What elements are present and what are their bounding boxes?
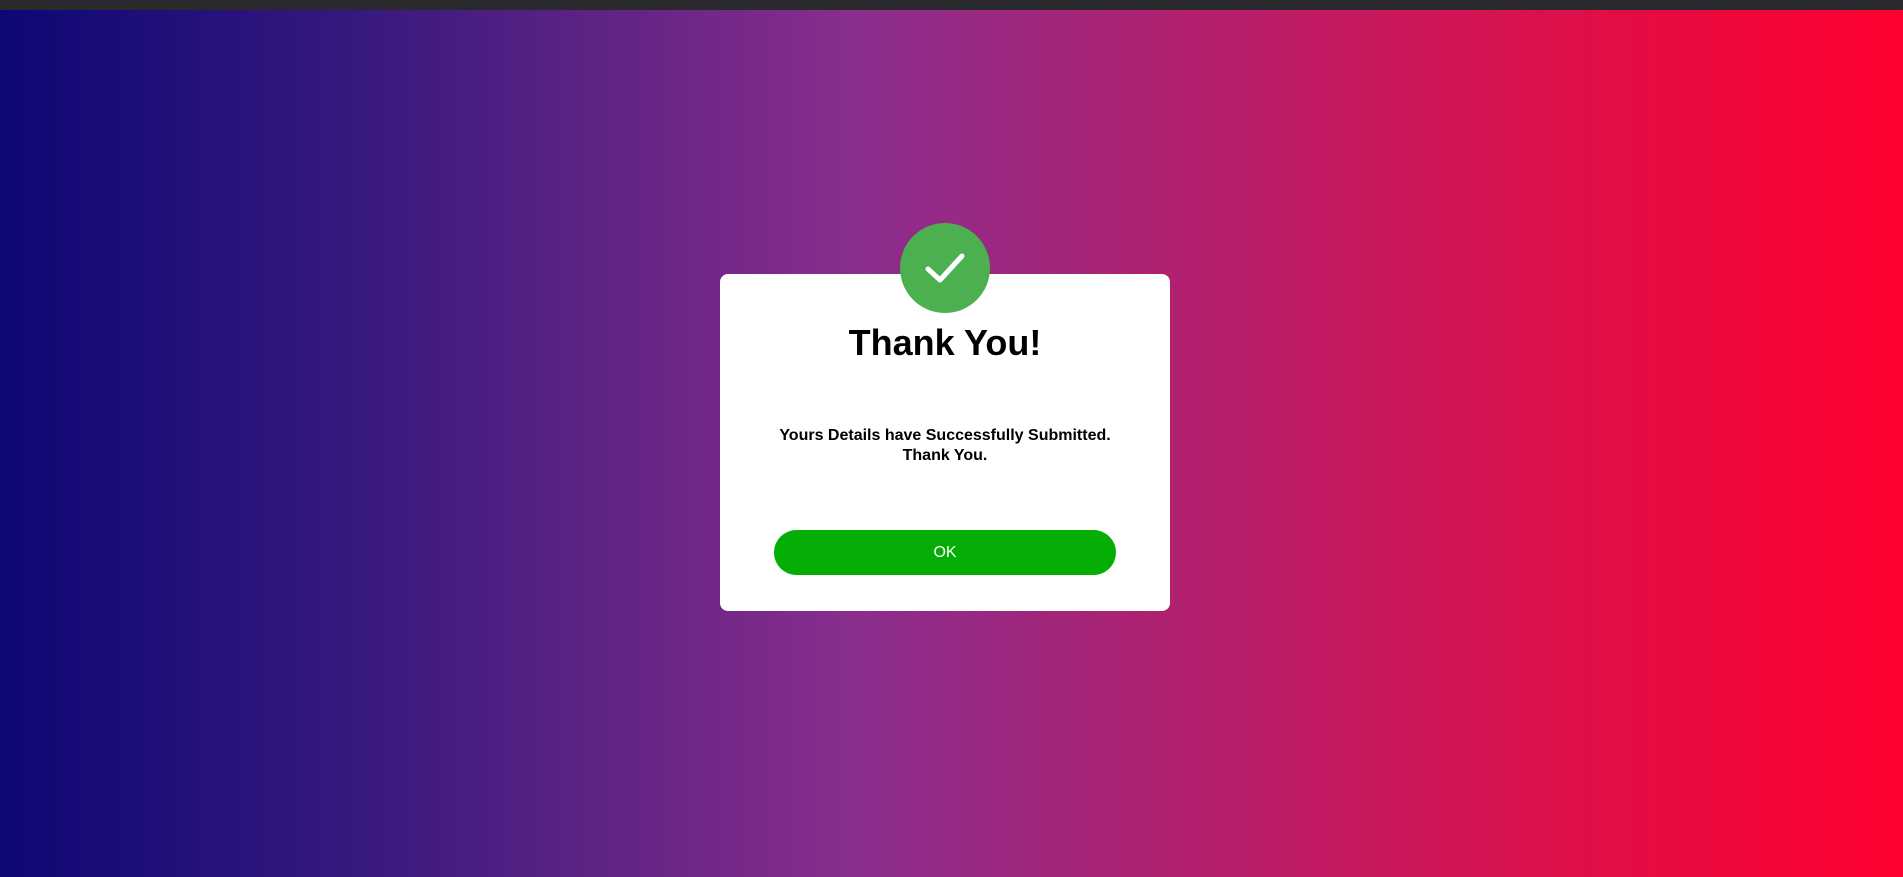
browser-top-bar xyxy=(0,0,1903,10)
check-icon xyxy=(925,253,965,283)
success-badge xyxy=(900,223,990,313)
dialog-message-line2: Thank You. xyxy=(902,447,988,464)
page-background: Thank You! Yours Details have Successful… xyxy=(0,0,1903,877)
success-dialog: Thank You! Yours Details have Successful… xyxy=(720,274,1170,611)
dialog-message-line1: Yours Details have Successfully Submitte… xyxy=(779,427,1111,444)
dialog-message: Yours Details have Successfully Submitte… xyxy=(750,426,1140,466)
dialog-title: Thank You! xyxy=(848,322,1042,363)
ok-button[interactable]: OK xyxy=(774,530,1116,575)
